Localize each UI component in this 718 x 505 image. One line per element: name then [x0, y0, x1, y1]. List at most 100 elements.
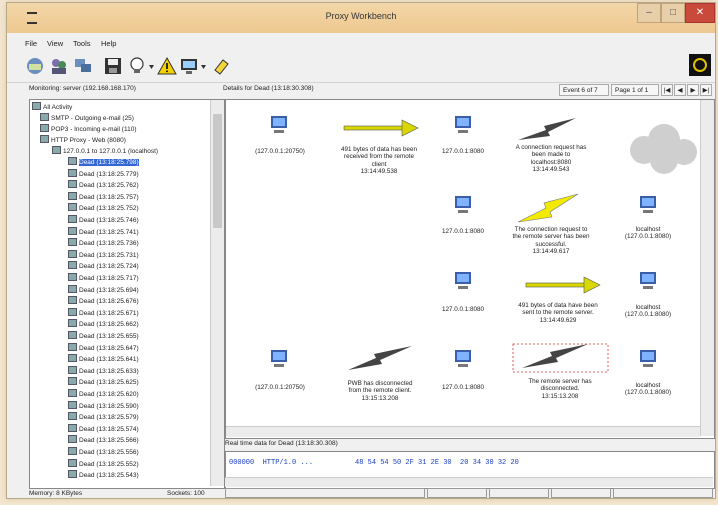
- computer-icon: [271, 116, 287, 133]
- row4-bolt1-label: PWB has disconnected from the remote cli…: [347, 380, 413, 402]
- tree-item[interactable]: Dead (13:18:25.552): [68, 458, 139, 468]
- tree-service-http[interactable]: HTTP Proxy - Web (8080): [40, 135, 126, 144]
- selection-box: [512, 343, 609, 373]
- bolt-row4a: [348, 346, 412, 370]
- tree-service-pop3[interactable]: POP3 - Incoming e-mail (110): [40, 124, 137, 133]
- tree-item[interactable]: Dead (13:18:25.731): [68, 249, 139, 259]
- status-panel: [613, 488, 713, 498]
- event-icon: [68, 342, 77, 351]
- tree-item[interactable]: Dead (13:18:25.566): [68, 435, 139, 444]
- event-icon: [68, 458, 77, 467]
- next-page-button[interactable]: ▶: [687, 84, 699, 96]
- event-icon: [68, 377, 77, 386]
- computer-icon: [640, 350, 656, 367]
- monitor-icon[interactable]: [179, 56, 199, 76]
- tree-item[interactable]: Dead (13:18:25.662): [68, 319, 139, 328]
- tree-item[interactable]: Dead (13:18:25.717): [68, 273, 139, 282]
- event-icon: [68, 447, 77, 455]
- diagram-scrollbar[interactable]: [700, 100, 714, 436]
- connection-diagram: (127.0.0.1:20750) 491 bytes of data has …: [225, 99, 715, 439]
- prev-page-button[interactable]: ◀: [674, 84, 686, 96]
- tree-item[interactable]: Dead (13:18:25.757): [68, 191, 139, 201]
- event-icon: [68, 284, 77, 293]
- event-icon: [68, 180, 77, 189]
- arrow-row3: [525, 276, 601, 294]
- row1-mid-label: 127.0.0.1:8080: [441, 148, 485, 155]
- details-header: Details for Dead (13:18:30.308): [223, 85, 314, 92]
- realtime-hex-line: 000000 HTTP/1.0 ... 48 54 54 50 2F 31 2E…: [229, 459, 519, 467]
- event-icon: [68, 470, 77, 479]
- row3-right-label: localhost (127.0.0.1:8080): [624, 304, 672, 319]
- tree-item[interactable]: Dead (13:18:25.746): [68, 215, 139, 224]
- status-panel: [225, 488, 425, 498]
- row1-bolt-label: A connection request has been made to lo…: [515, 144, 587, 174]
- save-icon[interactable]: [103, 56, 123, 76]
- tree-item[interactable]: Dead (13:18:25.633): [68, 365, 139, 375]
- tree-item[interactable]: Dead (13:18:25.752): [68, 203, 139, 212]
- row2-bolt-label: The connection request to the remote ser…: [512, 226, 590, 256]
- tree-item[interactable]: Dead (13:18:25.641): [68, 354, 139, 363]
- tree-item[interactable]: Dead (13:18:25.556): [68, 447, 139, 456]
- tree-root[interactable]: All Activity: [32, 102, 72, 111]
- first-page-button[interactable]: |◀: [661, 84, 673, 96]
- monitoring-label: Monitoring: server (192.168.168.170): [29, 85, 136, 92]
- tree-item[interactable]: Dead (13:18:25.676): [68, 296, 139, 305]
- row4-left-label: (127.0.0.1:20750): [255, 384, 305, 391]
- menu-file[interactable]: File: [25, 39, 37, 48]
- tree-item[interactable]: Dead (13:18:25.741): [68, 226, 139, 236]
- bolt-row1: [518, 118, 576, 140]
- chevron-down-icon[interactable]: [201, 65, 206, 69]
- minimize-button[interactable]: –: [637, 3, 661, 23]
- tree-item[interactable]: Dead (13:18:25.655): [68, 331, 139, 340]
- row2-mid-label: 127.0.0.1:8080: [441, 228, 485, 235]
- tree-connection[interactable]: 127.0.0.1 to 127.0.0.1 (localhost): [52, 146, 158, 155]
- network-icon[interactable]: [25, 56, 45, 76]
- maximize-button[interactable]: □: [661, 3, 685, 23]
- computers-icon[interactable]: [73, 56, 93, 76]
- users-icon[interactable]: [49, 56, 69, 76]
- bolt-row4b: [522, 344, 588, 368]
- event-icon: [68, 331, 77, 339]
- computer-icon: [455, 116, 471, 133]
- tree-item[interactable]: Dead (13:18:25.798): [68, 157, 139, 166]
- close-button[interactable]: ✕: [685, 3, 715, 23]
- menu-tools[interactable]: Tools: [73, 39, 91, 48]
- tree-scroll-thumb[interactable]: [213, 114, 222, 228]
- chevron-down-icon[interactable]: [149, 65, 154, 69]
- tree-item[interactable]: Dead (13:18:25.779): [68, 168, 139, 178]
- tree-scrollbar[interactable]: [210, 100, 224, 486]
- menu-help[interactable]: Help: [101, 39, 116, 48]
- menu-view[interactable]: View: [47, 39, 63, 48]
- tree-item[interactable]: Dead (13:18:25.579): [68, 412, 139, 421]
- last-page-button[interactable]: ▶|: [700, 84, 712, 96]
- tree-service-smtp[interactable]: SMTP - Outgoing e-mail (25): [40, 113, 134, 122]
- computer-icon: [640, 272, 656, 289]
- service-icon: [40, 135, 49, 143]
- event-icon: [68, 191, 77, 200]
- event-icon: [68, 435, 77, 444]
- tree-item[interactable]: Dead (13:18:25.671): [68, 307, 139, 317]
- tree-item[interactable]: Dead (13:18:25.762): [68, 180, 139, 189]
- computer-icon: [455, 272, 471, 289]
- tree-item[interactable]: Dead (13:18:25.724): [68, 261, 139, 270]
- tree-item[interactable]: Dead (13:18:25.694): [68, 284, 139, 294]
- row3-arrow-label: 491 bytes of data have been sent to the …: [518, 302, 598, 324]
- diagram-hscrollbar[interactable]: [226, 426, 700, 437]
- realtime-header: Real time data for Dead (13:18:30.308): [225, 440, 338, 447]
- lightbulb-icon[interactable]: [127, 56, 147, 76]
- tree-item[interactable]: Dead (13:18:25.574): [68, 423, 139, 433]
- tree-item[interactable]: Dead (13:18:25.543): [68, 470, 139, 479]
- status-panel: [551, 488, 611, 498]
- tree-item[interactable]: Dead (13:18:25.647): [68, 342, 139, 352]
- tree-item[interactable]: Dead (13:18:25.620): [68, 389, 139, 398]
- tree-item[interactable]: Dead (13:18:25.590): [68, 400, 139, 410]
- realtime-hscrollbar[interactable]: [225, 477, 713, 487]
- warning-icon[interactable]: [157, 56, 177, 76]
- activity-tree[interactable]: All Activity SMTP - Outgoing e-mail (25)…: [29, 99, 225, 489]
- row4-bolt2-label: The remote server has disconnected. 13:1…: [528, 378, 592, 400]
- event-icon: [68, 203, 77, 212]
- tree-item[interactable]: Dead (13:18:25.736): [68, 238, 139, 247]
- event-icon: [68, 354, 77, 363]
- help-pointer-icon[interactable]: [211, 56, 231, 76]
- tree-item[interactable]: Dead (13:18:25.625): [68, 377, 139, 386]
